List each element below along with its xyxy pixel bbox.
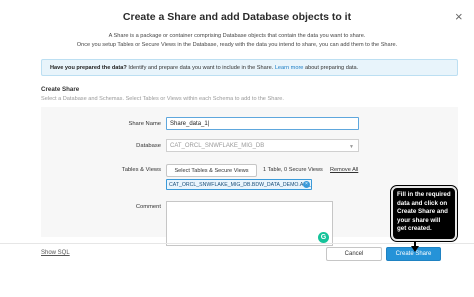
annotation-callout: Fill in the required data and click on C…: [391, 186, 457, 241]
callout-arrow-icon: [411, 241, 419, 252]
